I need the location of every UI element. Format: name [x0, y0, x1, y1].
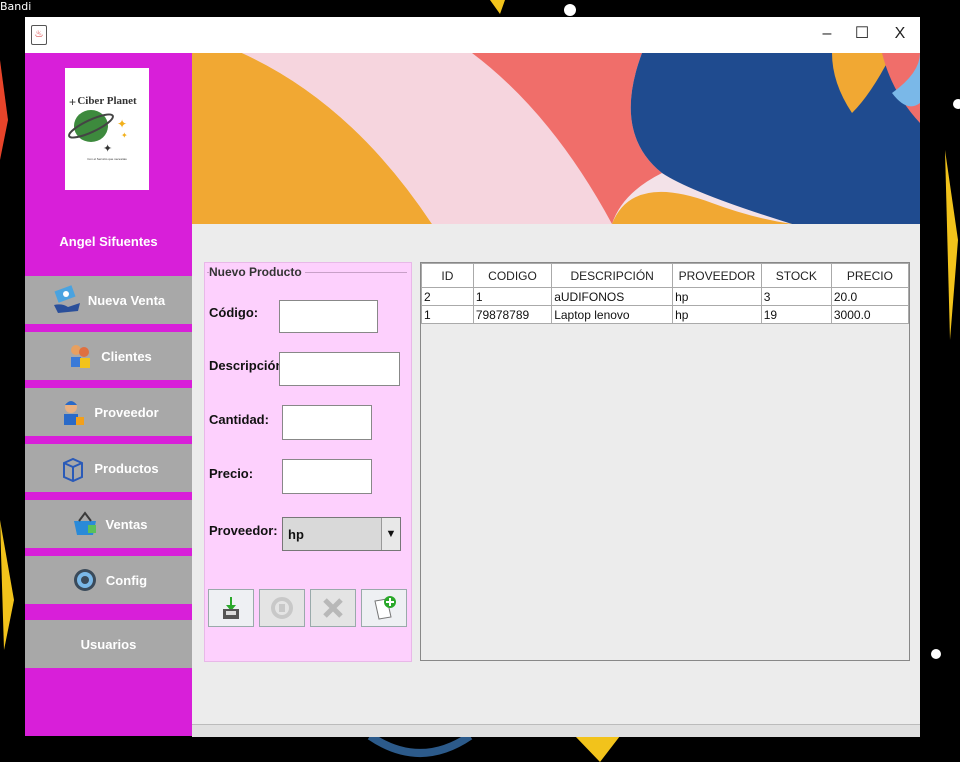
nav-config-button[interactable]: Config — [25, 556, 192, 604]
proveedor-selected-value: hp — [288, 527, 304, 542]
maximize-button[interactable]: ☐ — [847, 23, 877, 45]
nav-proveedor-button[interactable]: Proveedor — [25, 388, 192, 436]
minimize-button[interactable]: – — [812, 23, 842, 45]
products-table-container: ID CODIGO DESCRIPCIÓN PROVEEDOR STOCK PR… — [420, 262, 910, 661]
table-cell[interactable]: 1 — [421, 305, 474, 324]
table-cell[interactable]: aUDIFONOS — [551, 287, 674, 306]
ciber-planet-logo: Ciber Planet + ✦ ✦ ✦ Con el Servicio que… — [65, 68, 149, 190]
products-content: Nuevo Producto Código: Descripción: Cant… — [192, 224, 920, 737]
products-table: ID CODIGO DESCRIPCIÓN PROVEEDOR STOCK PR… — [421, 263, 910, 324]
save-icon — [223, 597, 239, 619]
nav-label: Usuarios — [80, 636, 137, 652]
proveedor-select[interactable]: hp ▼ — [282, 517, 401, 551]
column-header-proveedor[interactable]: PROVEEDOR — [672, 263, 762, 288]
dropdown-arrow-icon[interactable]: ▼ — [381, 518, 400, 550]
cantidad-input[interactable] — [282, 405, 372, 440]
proveedor-label: Proveedor: — [209, 523, 278, 538]
precio-input[interactable] — [282, 459, 372, 494]
sidebar: Ciber Planet + ✦ ✦ ✦ Con el Servicio que… — [25, 53, 192, 736]
logo-tagline: Con el Servicio que necesitas — [87, 157, 127, 161]
table-cell[interactable]: 3 — [760, 287, 832, 306]
svg-text:✦: ✦ — [117, 117, 127, 131]
column-header-descripcion[interactable]: DESCRIPCIÓN — [551, 263, 674, 288]
header-banner-image — [192, 53, 920, 224]
desktop-icon-label[interactable]: Bandi — [0, 0, 31, 13]
precio-label: Precio: — [209, 466, 254, 481]
new-product-panel: Nuevo Producto Código: Descripción: Cant… — [204, 262, 412, 662]
nav-clientes-button[interactable]: Clientes — [25, 332, 192, 380]
user-name: Angel Sifuentes — [59, 234, 158, 249]
table-row[interactable]: 1 79878789 Laptop lenovo hp 19 3000.0 — [421, 305, 910, 324]
column-header-precio[interactable]: PRECIO — [830, 263, 910, 288]
table-header-row: ID CODIGO DESCRIPCIÓN PROVEEDOR STOCK PR… — [421, 263, 910, 288]
nav-label: Config — [105, 572, 148, 588]
update-product-button[interactable] — [259, 589, 305, 627]
cantidad-label: Cantidad: — [209, 412, 269, 427]
nav-label: Productos — [94, 460, 159, 476]
supplier-icon — [64, 401, 85, 425]
codigo-input[interactable] — [279, 300, 378, 333]
box-icon — [63, 457, 84, 483]
table-cell[interactable]: 2 — [421, 287, 474, 306]
svg-text:✦: ✦ — [103, 143, 112, 155]
table-cell[interactable]: hp — [672, 305, 762, 324]
table-row[interactable]: 2 1 aUDIFONOS hp 3 20.0 — [421, 287, 910, 306]
descripcion-input[interactable] — [279, 352, 400, 386]
column-header-id[interactable]: ID — [421, 263, 474, 288]
nav-label: Ventas — [105, 516, 148, 532]
column-header-stock[interactable]: STOCK — [760, 263, 832, 288]
svg-text:+: + — [69, 95, 76, 109]
java-icon: ♨ — [31, 25, 47, 45]
descripcion-label: Descripción: — [209, 358, 288, 373]
nav-usuarios-button[interactable]: Usuarios — [25, 620, 192, 668]
table-cell[interactable]: Laptop lenovo — [551, 305, 674, 324]
title-bar: ♨ – ☐ X — [25, 17, 920, 53]
nav-label: Clientes — [101, 348, 152, 364]
new-document-icon — [374, 596, 396, 620]
panel-title: Nuevo Producto — [209, 265, 305, 279]
nav-nueva-venta-button[interactable]: Nueva Venta — [25, 276, 192, 324]
nav-ventas-button[interactable]: Ventas — [25, 500, 192, 548]
nav-productos-button[interactable]: Productos — [25, 444, 192, 492]
nav-label: Nueva Venta — [87, 292, 166, 308]
column-header-codigo[interactable]: CODIGO — [472, 263, 553, 288]
new-product-button[interactable] — [361, 589, 407, 627]
table-cell[interactable]: hp — [672, 287, 762, 306]
table-cell[interactable]: 20.0 — [830, 287, 910, 306]
svg-text:✦: ✦ — [121, 131, 128, 140]
table-cell[interactable]: 79878789 — [472, 305, 553, 324]
delete-icon — [323, 598, 343, 618]
codigo-label: Código: — [209, 305, 259, 320]
app-window: ♨ – ☐ X Ciber Planet + ✦ ✦ ✦ Con el Serv… — [25, 17, 920, 737]
basket-icon — [73, 511, 96, 535]
cash-hand-icon — [53, 285, 80, 313]
nav-label: Proveedor — [94, 404, 159, 420]
customers-icon — [71, 345, 91, 368]
close-button[interactable]: X — [885, 23, 915, 45]
table-cell[interactable]: 3000.0 — [830, 305, 910, 324]
status-bar — [192, 724, 920, 737]
delete-product-button[interactable] — [310, 589, 356, 627]
table-cell[interactable]: 19 — [760, 305, 832, 324]
save-product-button[interactable] — [208, 589, 254, 627]
gear-icon — [73, 569, 96, 591]
table-cell[interactable]: 1 — [472, 287, 553, 306]
refresh-icon — [271, 597, 293, 619]
